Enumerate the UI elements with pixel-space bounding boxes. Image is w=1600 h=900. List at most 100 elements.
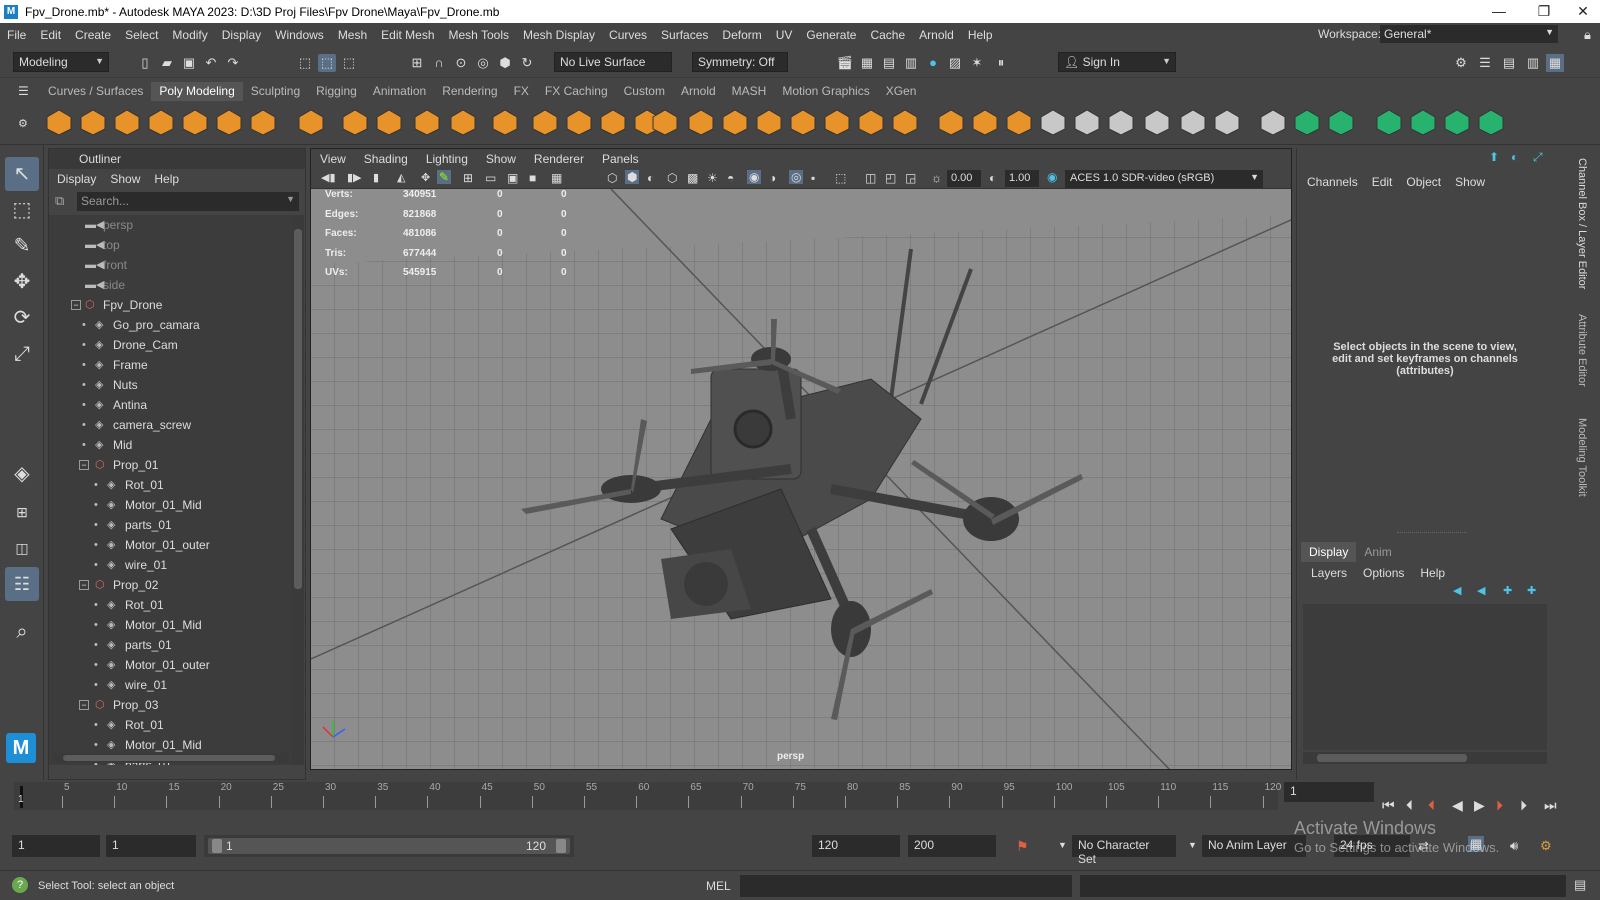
sign-in-button[interactable]: 👤︎ Sign In ▼ — [1058, 52, 1176, 72]
outliner-mesh-item[interactable]: • ◈ parts_01 — [49, 515, 292, 535]
menu-mesh-tools[interactable]: Mesh Tools — [442, 28, 516, 42]
shelf-tab-arnold[interactable]: Arnold — [673, 82, 724, 101]
menu-file[interactable]: File — [0, 28, 33, 42]
layer-editor-icon[interactable]: ◐ — [1511, 150, 1518, 164]
channel-box-menu-show[interactable]: Show — [1455, 171, 1485, 189]
animation-preferences-icon[interactable]: ⚙ — [1540, 838, 1552, 854]
quad-draw-icon[interactable] — [686, 107, 716, 137]
camera-uv-icon[interactable] — [1326, 107, 1356, 137]
menu-edit[interactable]: Edit — [33, 28, 68, 42]
minimize-button[interactable]: — — [1476, 0, 1522, 23]
shelf-settings-icon[interactable]: ⚙ — [18, 117, 28, 130]
outliner-mesh-item[interactable]: • ◈ Go_pro_camara — [49, 315, 292, 335]
shelf-tab-animation[interactable]: Animation — [365, 82, 434, 101]
wireframe-icon[interactable]: ⬡ — [607, 171, 617, 185]
extrude-icon[interactable] — [822, 107, 852, 137]
attribute-editor-toggle-icon[interactable]: ☰ — [1476, 54, 1494, 72]
outliner-camera-top[interactable]: ▬◀ top — [49, 235, 292, 255]
grid-toggle-icon[interactable]: ⊞ — [463, 171, 473, 185]
outliner-mesh-item[interactable]: • ◈ Antina — [49, 395, 292, 415]
scrollbar-thumb[interactable] — [294, 229, 302, 589]
channel-box-layer-editor-tab[interactable]: Channel Box / Layer Editor — [1576, 158, 1588, 289]
unfold-icon[interactable] — [1442, 107, 1472, 137]
outliner-mesh-item[interactable]: • ◈ wire_01 — [49, 555, 292, 575]
menu-deform[interactable]: Deform — [715, 28, 768, 42]
menu-generate[interactable]: Generate — [799, 28, 863, 42]
shelf-tab-rendering[interactable]: Rendering — [434, 82, 505, 101]
viewport-panel[interactable]: View Shading Lighting Show Renderer Panels ◀▮… — [310, 148, 1292, 770]
channel-box-menu-edit[interactable]: Edit — [1372, 171, 1393, 189]
torus-icon[interactable] — [180, 107, 210, 137]
multi-cut-icon[interactable] — [720, 107, 750, 137]
rotate-tool-icon[interactable]: ⟳ — [5, 301, 39, 335]
super-shape-icon[interactable] — [340, 107, 370, 137]
exposure-field[interactable]: 0.00 — [947, 170, 981, 187]
outliner-mesh-item[interactable]: • ◈ Rot_01 — [49, 475, 292, 495]
anim-layer-dropdown[interactable]: No Anim Layer — [1202, 835, 1306, 857]
layer-menu-layers[interactable]: Layers — [1311, 563, 1347, 580]
script-editor-icon[interactable]: ▤ — [1574, 877, 1586, 893]
outliner-layout-icon[interactable]: ☷ — [5, 567, 39, 601]
menu-curves[interactable]: Curves — [602, 28, 654, 42]
search-icon[interactable]: ⌕ — [5, 615, 39, 649]
shadows-icon[interactable]: ◓ — [727, 171, 734, 185]
collapse-icon[interactable]: − — [79, 460, 89, 470]
new-scene-icon[interactable]: ▯ — [136, 54, 154, 72]
boolean-icon[interactable] — [564, 107, 594, 137]
depth-of-field-icon[interactable]: ▪ — [811, 171, 815, 185]
cylindrical-uv-icon[interactable] — [1258, 107, 1288, 137]
film-gate-icon[interactable]: ▭ — [485, 171, 496, 185]
outliner-group-item[interactable]: − ⬡ Prop_01 — [49, 455, 292, 475]
command-input[interactable] — [740, 875, 1072, 897]
menu-cache[interactable]: Cache — [863, 28, 912, 42]
go-to-end-icon[interactable]: ⏭︎ — [1544, 797, 1557, 814]
channel-box-menu-object[interactable]: Object — [1406, 171, 1441, 189]
type-icon[interactable] — [374, 107, 404, 137]
field-chart-icon[interactable]: ▦ — [551, 171, 562, 185]
shelf-tab-custom[interactable]: Custom — [616, 82, 673, 101]
viewport-menu-show[interactable]: Show — [477, 149, 525, 169]
outliner-mesh-item[interactable]: • ◈ Motor_01_outer — [49, 535, 292, 555]
outliner-mesh-item[interactable]: • ◈ Drone_Cam — [49, 335, 292, 355]
arnold-render-icon[interactable]: ✶ — [968, 54, 986, 72]
shelf-tab-rigging[interactable]: Rigging — [308, 82, 365, 101]
gamma-icon[interactable]: ◐ — [989, 171, 996, 185]
range-end-grip[interactable] — [556, 839, 566, 853]
2d-pan-zoom-icon[interactable]: ✥ — [421, 171, 430, 184]
xray-icon[interactable]: ◫ — [865, 171, 876, 185]
select-components-icon[interactable]: ⬚ — [340, 54, 358, 72]
svg-icon[interactable] — [412, 107, 442, 137]
channel-box-toggle-icon[interactable]: ▥ — [1524, 54, 1542, 72]
snap-live-icon[interactable]: ↻ — [518, 54, 536, 72]
character-set-dropdown[interactable]: No Character Set — [1072, 835, 1176, 866]
outliner-camera-persp[interactable]: ▬◀ persp — [49, 215, 292, 235]
sphere-icon[interactable] — [44, 107, 74, 137]
outliner-mesh-item[interactable]: • ◈ Frame — [49, 355, 292, 375]
viewport-menu-view[interactable]: View — [311, 149, 355, 169]
cylinder-icon[interactable] — [112, 107, 142, 137]
automatic-uv-icon[interactable] — [1212, 107, 1242, 137]
outliner-menu-show[interactable]: Show — [110, 169, 140, 188]
outliner-group-item[interactable]: − ⬡ Prop_02 — [49, 575, 292, 595]
snap-point-icon[interactable]: ⊙ — [452, 54, 470, 72]
playback-start-field[interactable]: 1 — [106, 835, 196, 857]
outliner-camera-front[interactable]: ▬◀ front — [49, 255, 292, 275]
menu-set-dropdown[interactable]: Modeling ▼ — [13, 52, 109, 72]
live-surface-field[interactable]: No Live Surface — [554, 52, 672, 72]
filter-icon[interactable]: ⧉ — [55, 193, 64, 209]
time-slider[interactable]: 1 5 10 15 20 25 30 35 40 45 50 55 60 65 70 75 80 85 90 95 1… — [0, 782, 1600, 818]
mirror-icon[interactable] — [598, 107, 628, 137]
range-slider-handle[interactable] — [208, 838, 570, 854]
single-perspective-layout-icon[interactable]: ◈ — [5, 457, 39, 491]
snap-curve-icon[interactable]: ∩ — [430, 54, 448, 72]
outliner-mesh-item[interactable]: • ◈ Motor_01_Mid — [49, 615, 292, 635]
outliner-vscrollbar[interactable] — [292, 215, 304, 765]
play-backwards-icon[interactable]: ◀ — [1452, 797, 1463, 814]
separate-icon[interactable] — [490, 107, 520, 137]
combine-icon[interactable] — [448, 107, 478, 137]
collapse-icon[interactable]: − — [79, 580, 89, 590]
layer-menu-options[interactable]: Options — [1363, 563, 1404, 580]
redo-icon[interactable]: ↷ — [224, 54, 242, 72]
select-tool-icon[interactable]: ↖ — [5, 157, 39, 191]
modeling-toolkit-toggle-icon[interactable]: ⚙ — [1452, 54, 1470, 72]
